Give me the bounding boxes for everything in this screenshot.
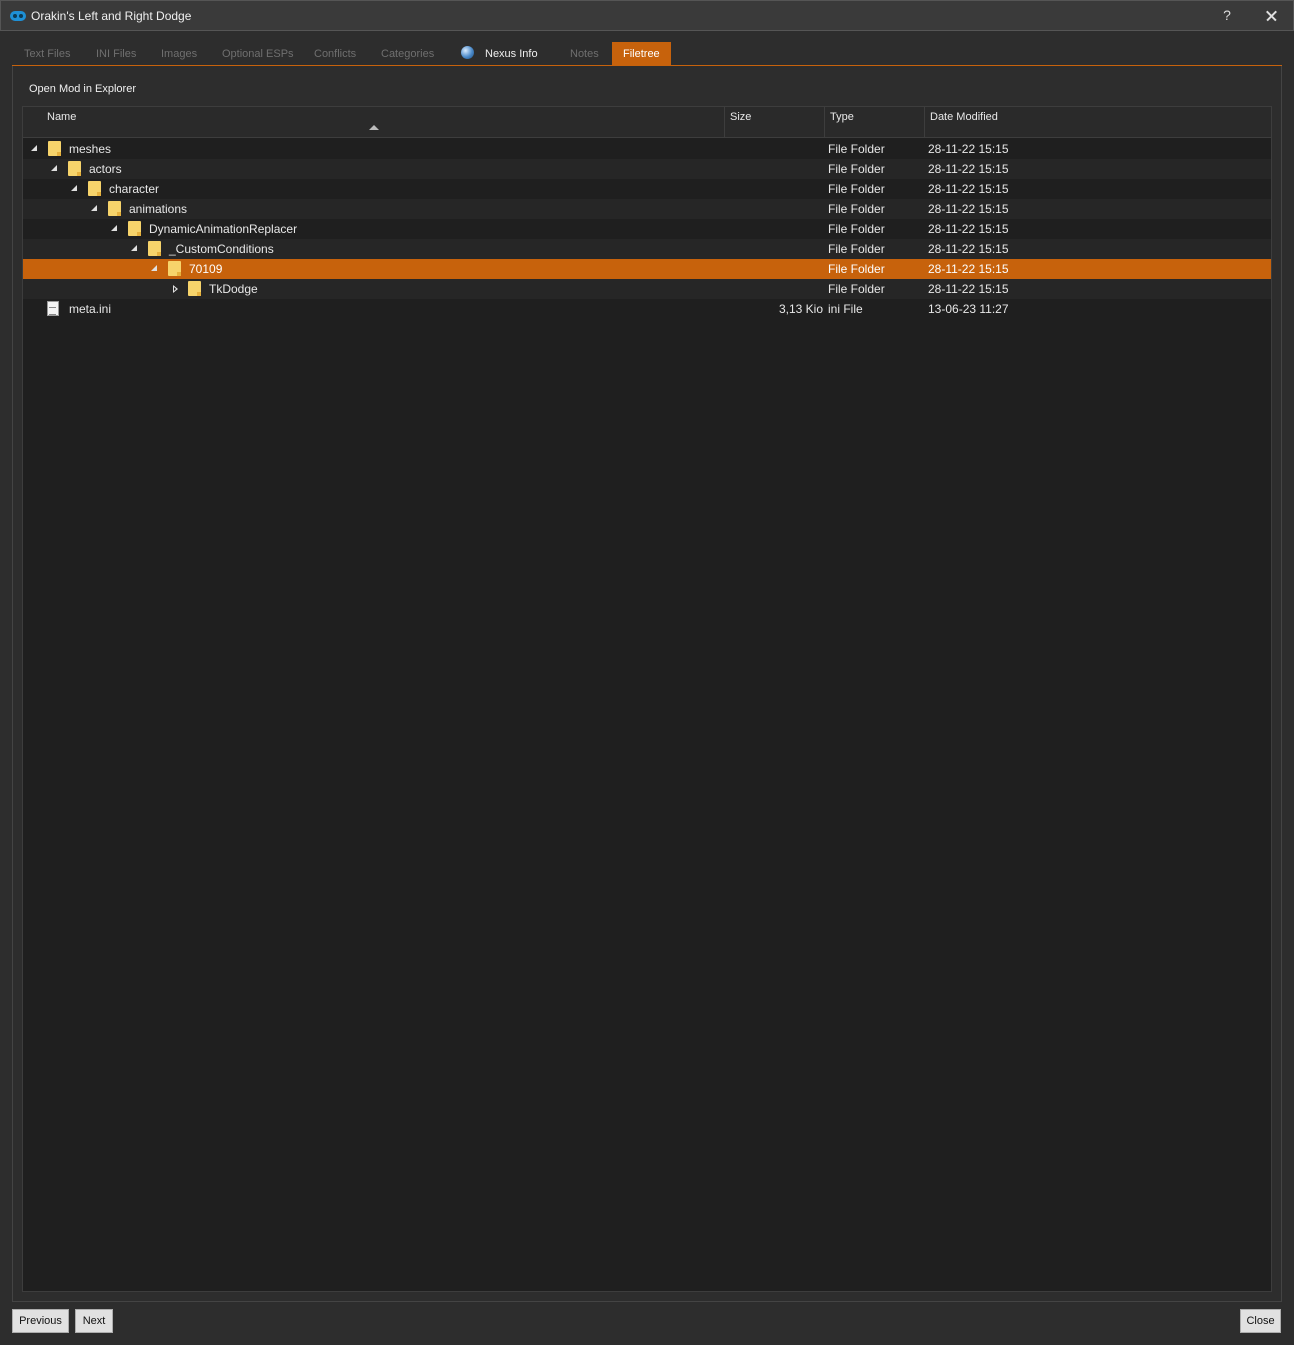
row-type: File Folder: [828, 242, 885, 256]
tree-row[interactable]: meshes File Folder 28-11-22 15:15: [23, 139, 1271, 159]
row-type: File Folder: [828, 202, 885, 216]
folder-icon: [188, 281, 201, 296]
row-name: DynamicAnimationReplacer: [149, 222, 298, 236]
tree-row[interactable]: animations File Folder 28-11-22 15:15: [23, 199, 1271, 219]
folder-icon: [68, 161, 81, 176]
expand-arrow-icon[interactable]: [173, 285, 178, 293]
row-size: 3,13 Kio: [778, 302, 823, 316]
tree-row[interactable]: meta.ini 3,13 Kio ini File 13-06-23 11:27: [23, 299, 1271, 319]
row-date-modified: 28-11-22 15:15: [928, 262, 1009, 276]
collapse-arrow-icon[interactable]: [111, 225, 117, 231]
row-date-modified: 28-11-22 15:15: [928, 182, 1009, 196]
tree-row[interactable]: TkDodge File Folder 28-11-22 15:15: [23, 279, 1271, 299]
previous-button[interactable]: Previous: [12, 1309, 69, 1333]
row-date-modified: 28-11-22 15:15: [928, 162, 1009, 176]
close-button[interactable]: Close: [1240, 1309, 1281, 1333]
open-mod-in-explorer-link[interactable]: Open Mod in Explorer: [29, 83, 136, 95]
row-date-modified: 28-11-22 15:15: [928, 242, 1009, 256]
help-button[interactable]: ?: [1219, 7, 1235, 25]
tab-nexus-info[interactable]: Nexus Info: [461, 42, 538, 66]
row-type: ini File: [828, 302, 863, 316]
tab-optional-esps[interactable]: Optional ESPs: [222, 42, 294, 66]
file-icon: [47, 301, 59, 316]
tree-row[interactable]: 70109 File Folder 28-11-22 15:15: [23, 259, 1271, 279]
column-header-name[interactable]: Name: [23, 107, 725, 138]
row-type: File Folder: [828, 282, 885, 296]
row-type: File Folder: [828, 222, 885, 236]
collapse-arrow-icon[interactable]: [131, 245, 137, 251]
tree-row[interactable]: DynamicAnimationReplacer File Folder 28-11…: [23, 219, 1271, 239]
folder-icon: [148, 241, 161, 256]
collapse-arrow-icon[interactable]: [91, 205, 97, 211]
row-date-modified: 28-11-22 15:15: [928, 202, 1009, 216]
row-date-modified: 28-11-22 15:15: [928, 142, 1009, 156]
file-tree[interactable]: Name Size Type Date Modified meshes File …: [22, 106, 1272, 1292]
tab-filetree[interactable]: Filetree: [612, 42, 671, 66]
row-date-modified: 28-11-22 15:15: [928, 222, 1009, 236]
column-header-name-label: Name: [47, 111, 77, 123]
row-date-modified: 13-06-23 11:27: [928, 302, 1009, 316]
tab-text-files[interactable]: Text Files: [24, 42, 70, 66]
folder-icon: [168, 261, 181, 276]
title-bar: Orakin's Left and Right Dodge ?: [0, 0, 1294, 31]
tab-nexus-info-label: Nexus Info: [485, 48, 538, 60]
row-type: File Folder: [828, 262, 885, 276]
row-name: meshes: [69, 142, 112, 156]
folder-icon: [88, 181, 101, 196]
row-name: 70109: [189, 262, 223, 276]
row-date-modified: 28-11-22 15:15: [928, 282, 1009, 296]
collapse-arrow-icon[interactable]: [71, 185, 77, 191]
collapse-arrow-icon[interactable]: [51, 165, 57, 171]
tab-conflicts[interactable]: Conflicts: [314, 42, 356, 66]
tree-row[interactable]: _CustomConditions File Folder 28-11-22 15:…: [23, 239, 1271, 259]
tab-ini-files[interactable]: INI Files: [96, 42, 136, 66]
row-name: animations: [129, 202, 188, 216]
folder-icon: [48, 141, 61, 156]
folder-icon: [108, 201, 121, 216]
tree-header: Name Size Type Date Modified: [23, 107, 1271, 138]
collapse-arrow-icon[interactable]: [31, 145, 37, 151]
window-title: Orakin's Left and Right Dodge: [31, 9, 192, 23]
column-header-type[interactable]: Type: [825, 107, 925, 138]
app-icon: [10, 11, 26, 21]
column-header-date-modified[interactable]: Date Modified: [925, 107, 1271, 138]
row-type: File Folder: [828, 162, 885, 176]
next-button[interactable]: Next: [75, 1309, 113, 1333]
row-name: meta.ini: [69, 302, 112, 316]
column-header-size[interactable]: Size: [725, 107, 825, 138]
tab-images[interactable]: Images: [161, 42, 197, 66]
sort-ascending-icon: [369, 125, 379, 130]
row-name: TkDodge: [209, 282, 258, 296]
row-type: File Folder: [828, 182, 885, 196]
folder-icon: [128, 221, 141, 236]
tab-notes[interactable]: Notes: [570, 42, 599, 66]
row-name: actors: [89, 162, 122, 176]
tab-categories[interactable]: Categories: [381, 42, 434, 66]
collapse-arrow-icon[interactable]: [151, 265, 157, 271]
tree-row[interactable]: actors File Folder 28-11-22 15:15: [23, 159, 1271, 179]
globe-icon: [461, 46, 474, 59]
row-name: character: [109, 182, 160, 196]
tree-row[interactable]: character File Folder 28-11-22 15:15: [23, 179, 1271, 199]
close-icon[interactable]: [1261, 6, 1281, 26]
row-type: File Folder: [828, 142, 885, 156]
row-name: _CustomConditions: [169, 242, 274, 256]
